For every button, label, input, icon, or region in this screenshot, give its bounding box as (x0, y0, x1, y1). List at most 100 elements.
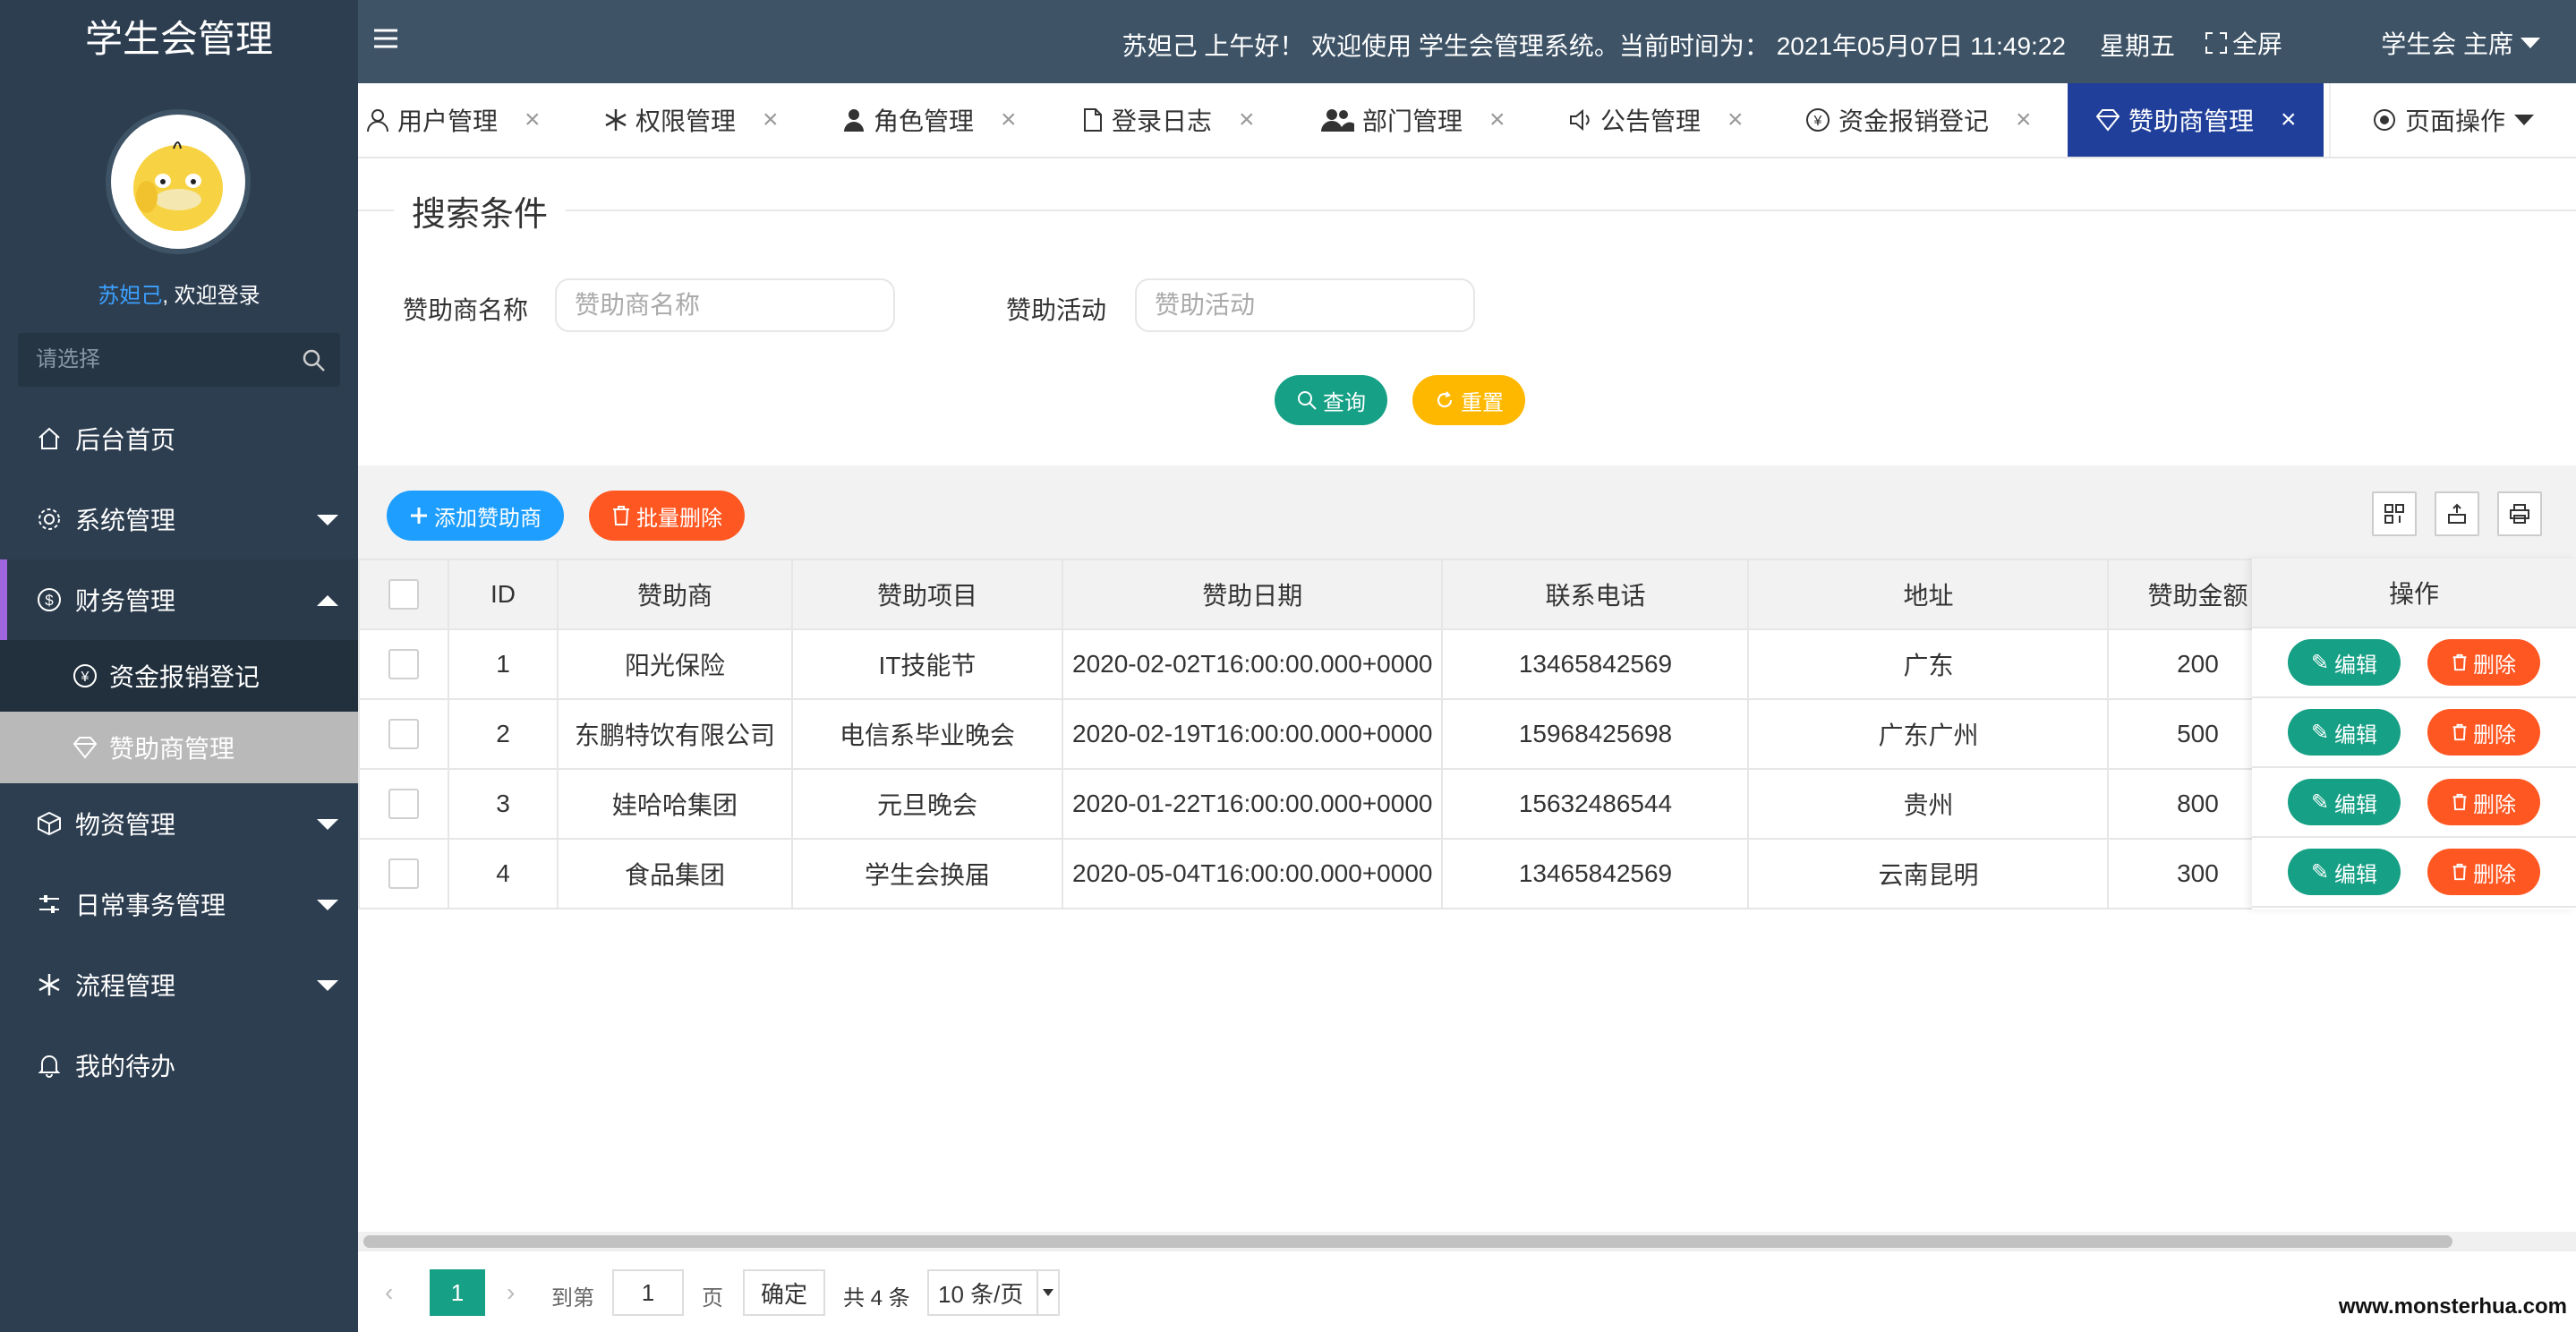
table-row[interactable]: 4 食品集团 学生会换届 2020-05-04T16:00:00.000+000… (358, 838, 2289, 909)
reset-button[interactable]: 重置 (1412, 375, 1525, 425)
pencil-icon: ✎ (2310, 650, 2330, 675)
cell-sponsor: 东鹏特饮有限公司 (557, 698, 793, 770)
table-row[interactable]: 1 阳光保险 IT技能节 2020-02-02T16:00:00.000+000… (358, 628, 2289, 700)
caret-up-icon (317, 595, 338, 606)
total-count: 共 4 条 (843, 1286, 910, 1311)
delete-button[interactable]: 删除 (2427, 709, 2540, 756)
close-icon[interactable]: × (2281, 105, 2297, 135)
tab-department-management[interactable]: 部门管理 × (1319, 83, 1506, 157)
cell-project: 电信系毕业晚会 (791, 698, 1063, 770)
close-icon[interactable]: × (1489, 105, 1506, 135)
column-header[interactable]: ID (448, 559, 559, 630)
row-checkbox[interactable] (388, 719, 419, 749)
bell-icon (34, 1050, 64, 1080)
sidebar-item-finance[interactable]: $ 财务管理 (0, 559, 358, 640)
edit-button[interactable]: ✎ 编辑 (2288, 849, 2401, 895)
sidebar-item-expense[interactable]: ¥ 资金报销登记 (0, 640, 358, 712)
tab-label: 登录日志 (1112, 107, 1213, 135)
next-page-icon[interactable]: › (507, 1278, 515, 1307)
tab-login-log[interactable]: 登录日志 × (1081, 83, 1255, 157)
page-size-select[interactable]: 10 条/页 (927, 1269, 1060, 1316)
row-checkbox[interactable] (388, 789, 419, 819)
edit-button[interactable]: ✎ 编辑 (2288, 709, 2401, 756)
sidebar-search[interactable] (18, 333, 340, 387)
close-icon[interactable]: × (2016, 105, 2032, 135)
tab-role-management[interactable]: 角色管理 × (841, 83, 1017, 157)
fullscreen-button[interactable]: 全屏 (2204, 25, 2282, 61)
sidebar-item-daily[interactable]: 日常事务管理 (0, 864, 358, 944)
close-icon[interactable]: × (763, 105, 779, 135)
close-icon[interactable]: × (525, 105, 541, 135)
tab-bar: 用户管理 × 权限管理 × 角色管理 × 登录日志 × 部门管理 × 公告管理 … (358, 83, 2576, 158)
sidebar-item-label: 流程管理 (75, 972, 176, 1000)
tab-label: 部门管理 (1362, 107, 1463, 135)
sidebar-item-todo[interactable]: 我的待办 (0, 1025, 358, 1106)
tab-user-management[interactable]: 用户管理 × (365, 83, 541, 157)
yen-icon: ¥ (1804, 107, 1831, 133)
column-header[interactable]: 联系电话 (1441, 559, 1750, 630)
sidebar-item-sponsor[interactable]: 赞助商管理 (0, 712, 358, 783)
checkbox-cell (358, 628, 449, 700)
close-icon[interactable]: × (1727, 105, 1744, 135)
tab-permission-management[interactable]: 权限管理 × (603, 83, 779, 157)
tab-label: 资金报销登记 (1838, 107, 1990, 135)
menu-toggle-icon[interactable] (372, 25, 399, 52)
column-header[interactable]: 赞助商 (557, 559, 793, 630)
welcome-username[interactable]: 苏妲己 (98, 284, 162, 308)
app-logo-title[interactable]: 学生会管理 (0, 0, 358, 81)
fullscreen-label: 全屏 (2231, 30, 2282, 58)
trash-icon (2452, 653, 2468, 671)
cell-sponsor: 阳光保险 (557, 628, 793, 700)
query-button[interactable]: 查询 (1275, 375, 1387, 425)
sidebar-item-system[interactable]: 系统管理 (0, 479, 358, 559)
sponsor-name-input[interactable] (555, 278, 895, 332)
sidebar-item-materials[interactable]: 物资管理 (0, 783, 358, 864)
edit-button[interactable]: ✎ 编辑 (2288, 779, 2401, 825)
tab-expense-registration[interactable]: ¥ 资金报销登记 × (1804, 83, 2032, 157)
select-all-checkbox[interactable] (388, 579, 419, 610)
row-checkbox[interactable] (388, 858, 419, 889)
add-sponsor-button[interactable]: 添加赞助商 (387, 491, 564, 541)
user-menu[interactable]: 学生会 主席 (2381, 25, 2540, 61)
cell-address: 贵州 (1747, 768, 2110, 840)
prev-page-icon[interactable]: ‹ (385, 1278, 393, 1307)
welcome-text: 苏妲己, 欢迎登录 (0, 278, 358, 309)
column-header[interactable]: 赞助日期 (1061, 559, 1444, 630)
column-filter-button[interactable] (2372, 491, 2417, 536)
search-icon[interactable] (301, 347, 328, 374)
weekday-text: 星期五 (2099, 32, 2175, 60)
cell-date: 2020-02-19T16:00:00.000+0000 (1061, 698, 1444, 770)
scrollbar-thumb[interactable] (363, 1235, 2452, 1248)
snowflake-icon (34, 969, 64, 1000)
goto-confirm-button[interactable]: 确定 (743, 1269, 825, 1316)
sidebar-item-workflow[interactable]: 流程管理 (0, 944, 358, 1025)
goto-page-input[interactable] (612, 1269, 684, 1316)
print-button[interactable] (2497, 491, 2542, 536)
delete-button[interactable]: 删除 (2427, 639, 2540, 686)
user-icon (365, 107, 390, 132)
column-header[interactable]: 赞助项目 (791, 559, 1063, 630)
operations-column: 操作 ✎ 编辑 删除 ✎ 编辑 删除 ✎ 编辑 删除 ✎ 编辑 删除 (2252, 559, 2576, 909)
batch-delete-button[interactable]: 批量删除 (589, 491, 745, 541)
fieldset-border (358, 209, 2576, 211)
export-button[interactable] (2435, 491, 2479, 536)
edit-button[interactable]: ✎ 编辑 (2288, 639, 2401, 686)
column-header[interactable]: 地址 (1747, 559, 2110, 630)
tab-notice-management[interactable]: 公告管理 × (1568, 83, 1744, 157)
table-row[interactable]: 2 东鹏特饮有限公司 电信系毕业晚会 2020-02-19T16:00:00.0… (358, 698, 2289, 770)
page-operations-button[interactable]: 页面操作 (2329, 83, 2576, 157)
close-icon[interactable]: × (1239, 105, 1255, 135)
table-row[interactable]: 3 娃哈哈集团 元旦晚会 2020-01-22T16:00:00.000+000… (358, 768, 2289, 840)
delete-button[interactable]: 删除 (2427, 779, 2540, 825)
tab-sponsor-management[interactable]: 赞助商管理 × (2068, 83, 2324, 157)
tab-label: 公告管理 (1600, 107, 1702, 135)
row-checkbox[interactable] (388, 649, 419, 679)
avatar[interactable] (106, 109, 251, 254)
user-role: 学生会 主席 (2381, 30, 2513, 58)
close-icon[interactable]: × (1001, 105, 1017, 135)
sidebar-search-input[interactable] (18, 333, 286, 387)
sponsor-activity-input[interactable] (1135, 278, 1475, 332)
page-1-button[interactable]: 1 (430, 1269, 485, 1316)
delete-button[interactable]: 删除 (2427, 849, 2540, 895)
sidebar-item-home[interactable]: 后台首页 (0, 398, 358, 479)
